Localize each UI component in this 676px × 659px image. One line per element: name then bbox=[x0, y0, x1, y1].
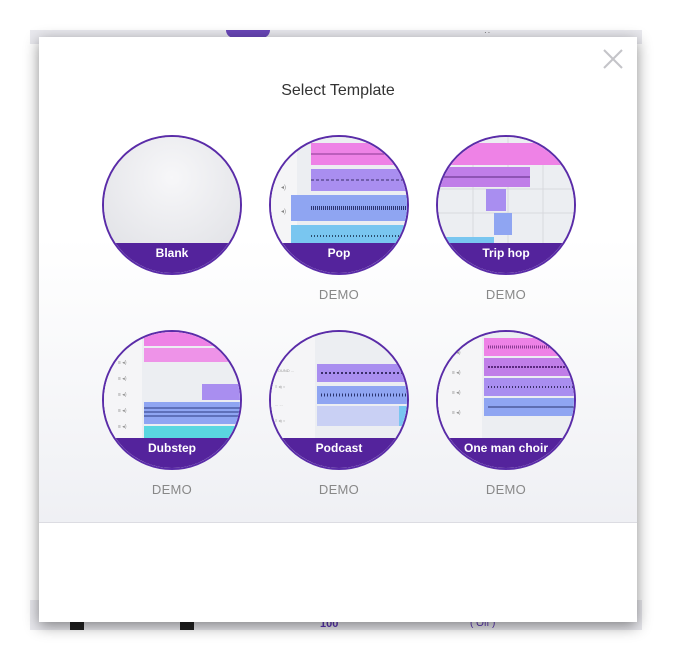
template-pop[interactable]: ◂) ◂) Pop DEMO bbox=[269, 135, 409, 302]
template-label: Podcast bbox=[271, 438, 407, 468]
template-label: Dubstep bbox=[104, 438, 240, 468]
template-demo-label: DEMO bbox=[318, 482, 360, 497]
close-icon bbox=[603, 49, 623, 69]
svg-text:◂): ◂) bbox=[281, 209, 286, 215]
template-demo-label: DEMO bbox=[485, 287, 527, 302]
svg-text:... ...: ... ... bbox=[275, 402, 283, 407]
template-one-man-choir[interactable]: ≡ ◂) ≡ ◂) ≡ ◂) ≡ ◂) One man choir DEMO bbox=[436, 330, 576, 497]
template-thumbnail: Trip hop bbox=[436, 135, 576, 275]
svg-text:≡ ◂) ○: ≡ ◂) ○ bbox=[275, 384, 286, 389]
select-template-modal: Select Template Blank ◂) ◂) Pop DEMO Tri… bbox=[39, 37, 637, 622]
template-thumbnail: Blank bbox=[102, 135, 242, 275]
svg-text:≡ ◂) ○: ≡ ◂) ○ bbox=[275, 418, 286, 423]
svg-text:≡ ◂): ≡ ◂) bbox=[118, 424, 127, 430]
template-demo-label: DEMO bbox=[485, 482, 527, 497]
template-label: One man choir bbox=[438, 438, 574, 468]
background-menu-dots: ·· bbox=[484, 28, 492, 37]
template-trip-hop[interactable]: Trip hop DEMO bbox=[436, 135, 576, 302]
template-podcast[interactable]: ROUND ... ≡ ◂) ○ ... ... ≡ ◂) ○ Podcast … bbox=[269, 330, 409, 497]
template-dubstep[interactable]: ≡ ◂) ≡ ◂) ≡ ◂) ≡ ◂) ≡ ◂) Dubstep DEMO bbox=[102, 330, 242, 497]
close-button[interactable] bbox=[601, 47, 625, 71]
template-label: Pop bbox=[271, 243, 407, 273]
template-thumbnail: ≡ ◂) ≡ ◂) ≡ ◂) ≡ ◂) One man choir bbox=[436, 330, 576, 470]
svg-text:≡ ◂): ≡ ◂) bbox=[452, 370, 461, 376]
svg-text:≡ ◂): ≡ ◂) bbox=[452, 410, 461, 416]
template-blank[interactable]: Blank bbox=[102, 135, 242, 287]
svg-text:≡ ◂): ≡ ◂) bbox=[452, 350, 461, 356]
modal-title: Select Template bbox=[281, 82, 395, 99]
svg-text:≡ ◂): ≡ ◂) bbox=[452, 390, 461, 396]
template-thumbnail: ≡ ◂) ≡ ◂) ≡ ◂) ≡ ◂) ≡ ◂) Dubstep bbox=[102, 330, 242, 470]
template-demo-label: DEMO bbox=[318, 287, 360, 302]
svg-text:◂): ◂) bbox=[281, 185, 286, 191]
svg-text:≡ ◂): ≡ ◂) bbox=[118, 376, 127, 382]
svg-text:ROUND ...: ROUND ... bbox=[275, 368, 294, 373]
template-label: Trip hop bbox=[438, 243, 574, 273]
template-thumbnail: ◂) ◂) Pop bbox=[269, 135, 409, 275]
svg-text:≡ ◂): ≡ ◂) bbox=[118, 408, 127, 414]
svg-text:≡ ◂): ≡ ◂) bbox=[118, 392, 127, 398]
svg-text:≡ ◂): ≡ ◂) bbox=[118, 360, 127, 366]
template-demo-label: DEMO bbox=[151, 482, 193, 497]
modal-footer bbox=[39, 522, 637, 622]
template-label: Blank bbox=[104, 243, 240, 273]
template-thumbnail: ROUND ... ≡ ◂) ○ ... ... ≡ ◂) ○ Podcast bbox=[269, 330, 409, 470]
